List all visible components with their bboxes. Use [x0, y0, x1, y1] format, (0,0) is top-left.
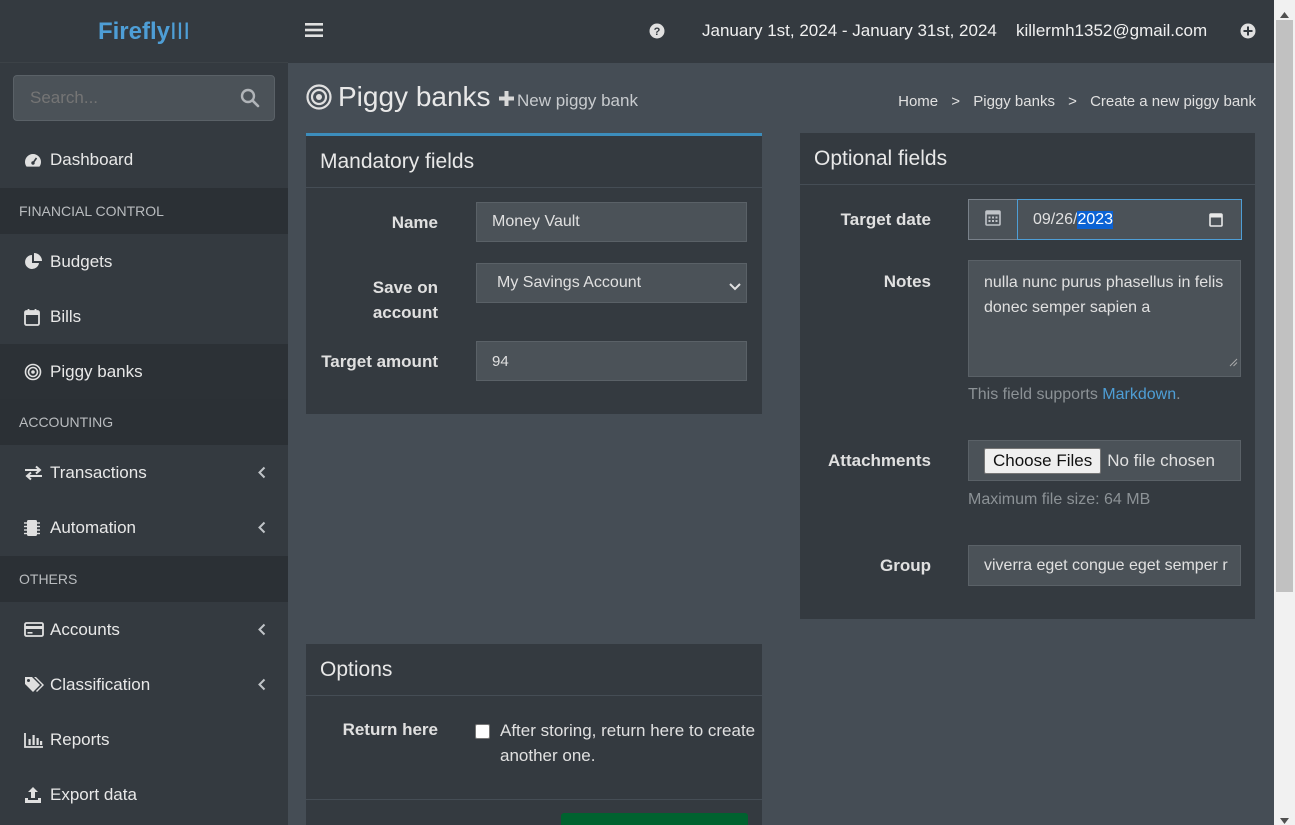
section-others: OTHERS: [0, 556, 288, 602]
new-piggy-bank-link[interactable]: New piggy bank: [499, 91, 638, 111]
bar-chart-icon: [24, 732, 50, 748]
exchange-icon: [24, 465, 50, 481]
app-logo[interactable]: FireflyIII: [0, 0, 288, 63]
search-icon[interactable]: [240, 88, 260, 113]
sidebar-item-label: Dashboard: [50, 149, 134, 169]
add-circle-icon[interactable]: [1240, 23, 1256, 44]
sidebar-item-dashboard[interactable]: Dashboard: [0, 132, 288, 187]
date-year-selection: 2023: [1077, 210, 1114, 229]
chevron-down-icon: [729, 278, 741, 296]
top-navbar: ? January 1st, 2024 - January 31st, 2024…: [288, 0, 1274, 63]
name-label: Name: [391, 213, 438, 232]
sidebar-item-label: Export data: [50, 784, 137, 804]
group-input[interactable]: viverra eget congue eget semper r: [968, 545, 1241, 586]
attachments-input[interactable]: Choose Files No file chosen: [968, 440, 1241, 481]
scroll-up-arrow-icon[interactable]: [1280, 5, 1289, 23]
attachments-help-text: Maximum file size: 64 MB: [968, 491, 1151, 508]
optional-fields-card: Optional fields Target date 09/26/2023 N…: [800, 133, 1255, 619]
card-footer-divider: [306, 799, 762, 800]
sidebar-item-piggy-banks[interactable]: Piggy banks: [0, 344, 288, 399]
section-financial-control: FINANCIAL CONTROL: [0, 188, 288, 234]
bullseye-icon: [24, 363, 50, 381]
target-amount-label: Target amount: [321, 352, 438, 371]
microchip-icon: [24, 519, 50, 537]
sidebar-item-classification[interactable]: Classification: [0, 657, 288, 712]
chevron-left-icon: [258, 676, 266, 696]
sidebar-item-label: Piggy banks: [50, 361, 143, 381]
sidebar-item-transactions[interactable]: Transactions: [0, 445, 288, 500]
resize-handle-icon[interactable]: [1228, 350, 1238, 375]
calendar-addon: [968, 199, 1018, 240]
sidebar-item-label: Classification: [50, 674, 151, 694]
user-email[interactable]: killermh1352@gmail.com: [1016, 21, 1207, 41]
chevron-left-icon: [258, 621, 266, 641]
main-content: Piggy banks New piggy bank Home > Piggy …: [288, 63, 1274, 825]
chevron-left-icon: [258, 464, 266, 484]
sidebar: FireflyIII Dashboard FINANCIAL CONTROL B…: [0, 0, 288, 825]
name-input[interactable]: Money Vault: [476, 202, 747, 242]
plus-icon: [499, 91, 514, 111]
sidebar-item-reports[interactable]: Reports: [0, 712, 288, 767]
credit-card-icon: [24, 622, 50, 637]
return-here-label: Return here: [342, 720, 438, 739]
markdown-link[interactable]: Markdown: [1102, 386, 1176, 403]
section-accounting: ACCOUNTING: [0, 399, 288, 445]
tags-icon: [24, 676, 50, 693]
pie-chart-icon: [24, 252, 50, 271]
upload-icon: [24, 786, 50, 804]
search-input[interactable]: [14, 76, 234, 120]
svg-text:?: ?: [654, 26, 661, 38]
sidebar-item-label: Bills: [50, 306, 82, 326]
sidebar-item-label: Budgets: [50, 251, 113, 271]
search-box: [13, 75, 275, 121]
sidebar-item-label: Accounts: [50, 619, 120, 639]
attachments-label: Attachments: [828, 451, 931, 470]
card-title: Optional fields: [800, 133, 1255, 185]
dashboard-icon: [24, 152, 50, 168]
sidebar-item-accounts[interactable]: Accounts: [0, 602, 288, 657]
card-title: Options: [306, 644, 762, 696]
sidebar-item-bills[interactable]: Bills: [0, 289, 288, 344]
sidebar-item-budgets[interactable]: Budgets: [0, 234, 288, 289]
return-here-text: After storing, return here to create anot…: [500, 721, 756, 765]
sidebar-item-label: Transactions: [50, 462, 147, 482]
chevron-left-icon: [258, 519, 266, 539]
file-status: No file chosen: [1107, 450, 1215, 470]
page-title: Piggy banks: [338, 81, 491, 112]
sidebar-item-export-data[interactable]: Export data: [0, 767, 288, 822]
calendar-icon: [985, 208, 1001, 231]
store-button[interactable]: [561, 813, 748, 825]
target-date-label: Target date: [840, 210, 931, 229]
notes-textarea[interactable]: nulla nunc purus phasellus in felis done…: [968, 260, 1241, 377]
scroll-down-arrow-icon[interactable]: [1280, 811, 1289, 825]
group-label: Group: [880, 556, 931, 575]
hamburger-menu-icon[interactable]: [305, 22, 323, 43]
choose-files-button[interactable]: Choose Files: [984, 447, 1102, 474]
return-here-checkbox[interactable]: [475, 724, 490, 739]
sidebar-item-automation[interactable]: Automation: [0, 500, 288, 555]
breadcrumb-current: Create a new piggy bank: [1090, 93, 1256, 110]
scrollbar-thumb[interactable]: [1276, 20, 1293, 592]
notes-label: Notes: [883, 272, 931, 291]
calendar-icon: [24, 308, 50, 326]
breadcrumb: Home > Piggy banks > Create a new piggy …: [898, 93, 1256, 110]
bullseye-icon: [306, 84, 332, 115]
target-date-input[interactable]: 09/26/2023: [1017, 199, 1242, 240]
calendar-picker-icon[interactable]: [1209, 212, 1223, 232]
sidebar-item-label: Reports: [50, 729, 110, 749]
options-card: Options Return here After storing, retur…: [306, 644, 762, 825]
breadcrumb-home[interactable]: Home: [898, 93, 938, 110]
breadcrumb-piggy-banks[interactable]: Piggy banks: [973, 93, 1055, 110]
save-on-account-label: Save on account: [372, 278, 438, 322]
date-range-selector[interactable]: January 1st, 2024 - January 31st, 2024: [702, 21, 997, 41]
sidebar-item-label: Automation: [50, 517, 136, 537]
help-icon[interactable]: ?: [649, 23, 665, 44]
account-select[interactable]: My Savings Account: [476, 263, 747, 303]
target-amount-input[interactable]: 94: [476, 341, 747, 381]
notes-help-text: This field supports Markdown.: [968, 386, 1181, 403]
card-title: Mandatory fields: [306, 136, 762, 188]
mandatory-fields-card: Mandatory fields Name Money Vault Save o…: [306, 133, 762, 414]
